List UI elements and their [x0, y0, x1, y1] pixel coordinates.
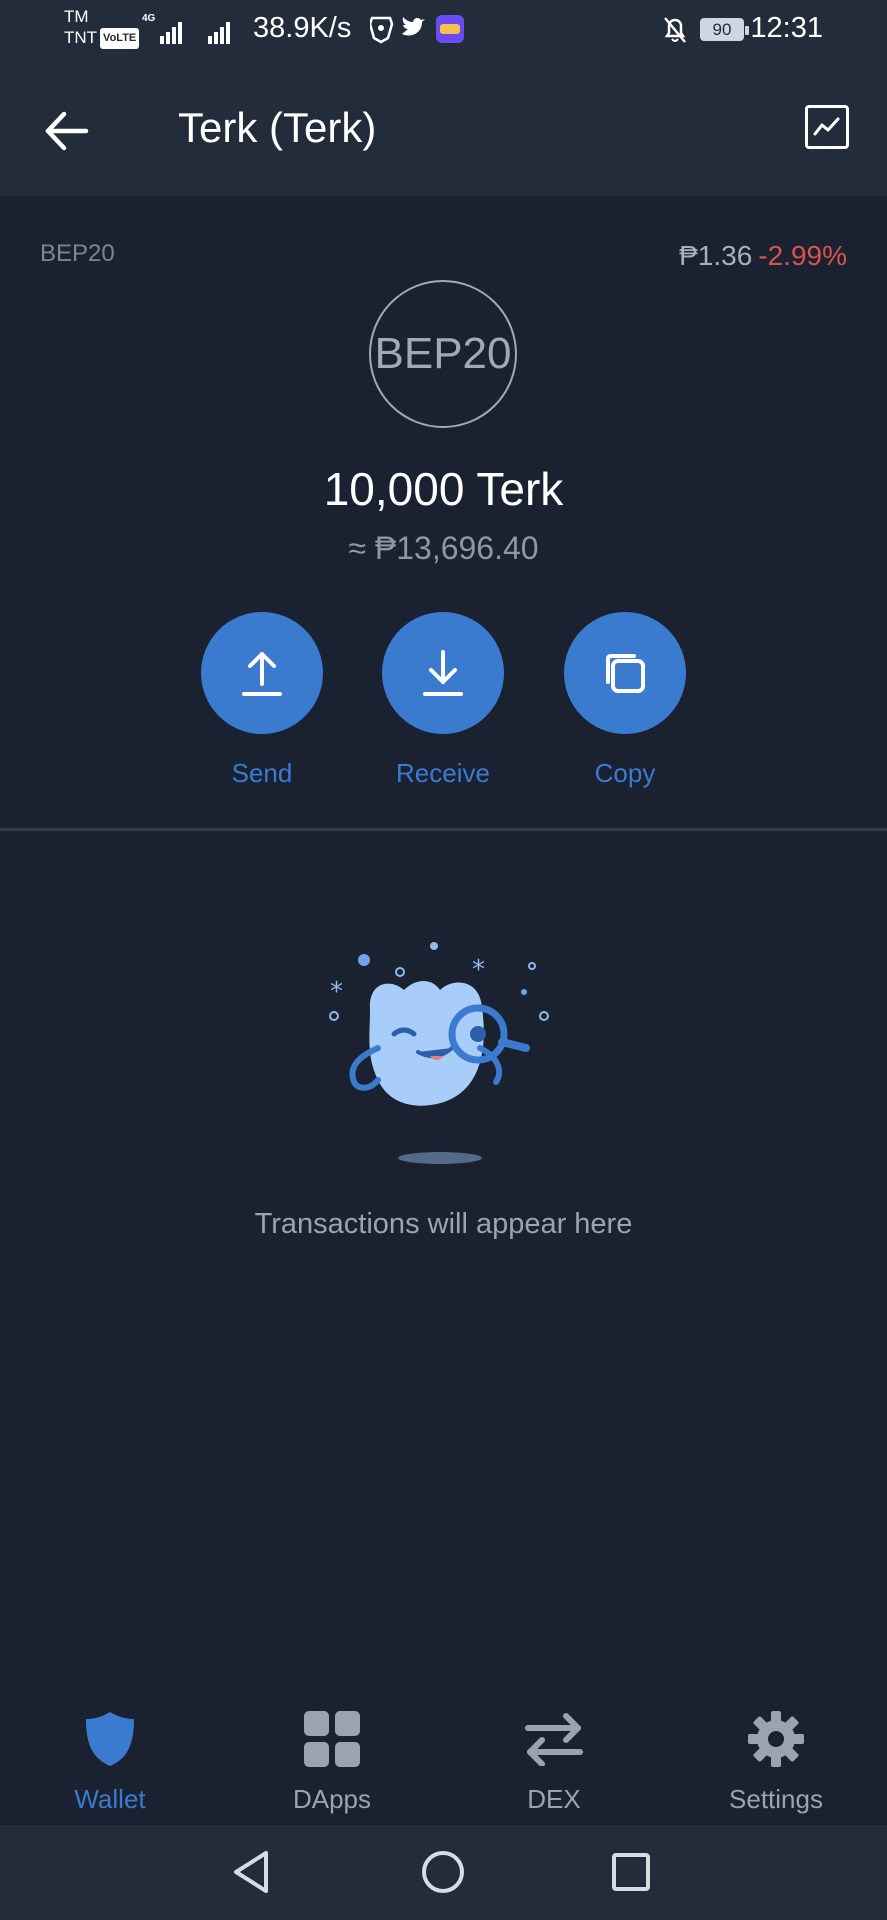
- carrier-info: TM TNT VoLTE: [64, 6, 140, 50]
- page-title: Terk (Terk): [178, 104, 377, 151]
- app-header: Terk (Terk): [0, 62, 887, 196]
- brave-icon: [368, 16, 394, 44]
- empty-state-illustration: * *: [320, 930, 560, 1170]
- shield-icon: [10, 1706, 210, 1772]
- gear-icon: [676, 1706, 876, 1772]
- bell-off-icon: [662, 16, 688, 49]
- nav-item-dapps[interactable]: DApps: [232, 1690, 432, 1815]
- copy-circle[interactable]: [564, 612, 686, 734]
- likee-icon: [436, 15, 464, 43]
- receive-label: Receive: [396, 758, 490, 788]
- nav-label-wallet: Wallet: [74, 1784, 146, 1814]
- triangle-back-icon: [234, 1851, 268, 1893]
- volte-badge: VoLTE: [100, 28, 140, 50]
- fiat-balance: ≈ ₱13,696.40: [348, 530, 539, 566]
- send-label: Send: [231, 758, 293, 788]
- nav-item-settings[interactable]: Settings: [676, 1690, 876, 1815]
- section-divider: [0, 828, 887, 831]
- network-tag: BEP20: [40, 240, 115, 267]
- receive-button[interactable]: Receive: [373, 612, 513, 789]
- nav-label-dapps: DApps: [292, 1784, 372, 1814]
- price-value: ₱1.36: [679, 240, 753, 271]
- send-circle[interactable]: [201, 612, 323, 734]
- system-back-button[interactable]: [228, 1847, 278, 1897]
- arrow-left-icon: [45, 111, 89, 151]
- twitter-icon: [402, 17, 425, 36]
- carrier-top: TM: [64, 7, 89, 26]
- token-logo-text: BEP20: [374, 329, 512, 378]
- svg-text:*: *: [330, 977, 343, 1007]
- network-speed: 38.9K/s: [253, 12, 352, 44]
- chart-line-icon: [813, 117, 840, 136]
- token-balance: 10,000 Terk: [323, 463, 564, 515]
- nav-label-settings: Settings: [729, 1784, 823, 1814]
- receive-circle[interactable]: [382, 612, 504, 734]
- swap-arrows-icon: [454, 1706, 654, 1772]
- token-logo: BEP20: [369, 280, 517, 428]
- system-recents-button[interactable]: [606, 1847, 656, 1897]
- bottom-nav: Wallet DApps DEX Settings: [0, 1690, 887, 1825]
- nav-label-dex: DEX: [527, 1784, 581, 1814]
- battery-icon: 90: [700, 18, 749, 41]
- token-price: ₱1.36 -2.99%: [679, 240, 847, 272]
- download-arrow-icon: [423, 650, 463, 696]
- clock: 12:31: [750, 12, 823, 44]
- copy-button[interactable]: Copy: [555, 612, 695, 789]
- nav-item-dex[interactable]: DEX: [454, 1690, 654, 1815]
- svg-text:*: *: [472, 955, 485, 985]
- back-button[interactable]: [42, 106, 92, 156]
- copy-icon: [606, 654, 645, 693]
- status-bar: TM TNT VoLTE 4G 38.9K/s 90 12:31: [0, 0, 887, 62]
- system-home-button[interactable]: [418, 1847, 468, 1897]
- circle-home-icon: [422, 1851, 464, 1893]
- upload-arrow-icon: [242, 652, 282, 696]
- grid-icon: [232, 1706, 432, 1772]
- app-notification-icons: [368, 14, 470, 49]
- system-nav-bar: [0, 1825, 887, 1920]
- send-button[interactable]: Send: [192, 612, 332, 789]
- copy-label: Copy: [594, 758, 656, 788]
- price-change: -2.99%: [758, 240, 847, 271]
- nav-item-wallet[interactable]: Wallet: [10, 1690, 210, 1815]
- price-chart-button[interactable]: [805, 105, 849, 149]
- empty-state-message: Transactions will appear here: [254, 1208, 633, 1240]
- network-type: 4G: [142, 13, 156, 24]
- carrier-bottom: TNT: [64, 28, 98, 47]
- square-recents-icon: [612, 1853, 650, 1891]
